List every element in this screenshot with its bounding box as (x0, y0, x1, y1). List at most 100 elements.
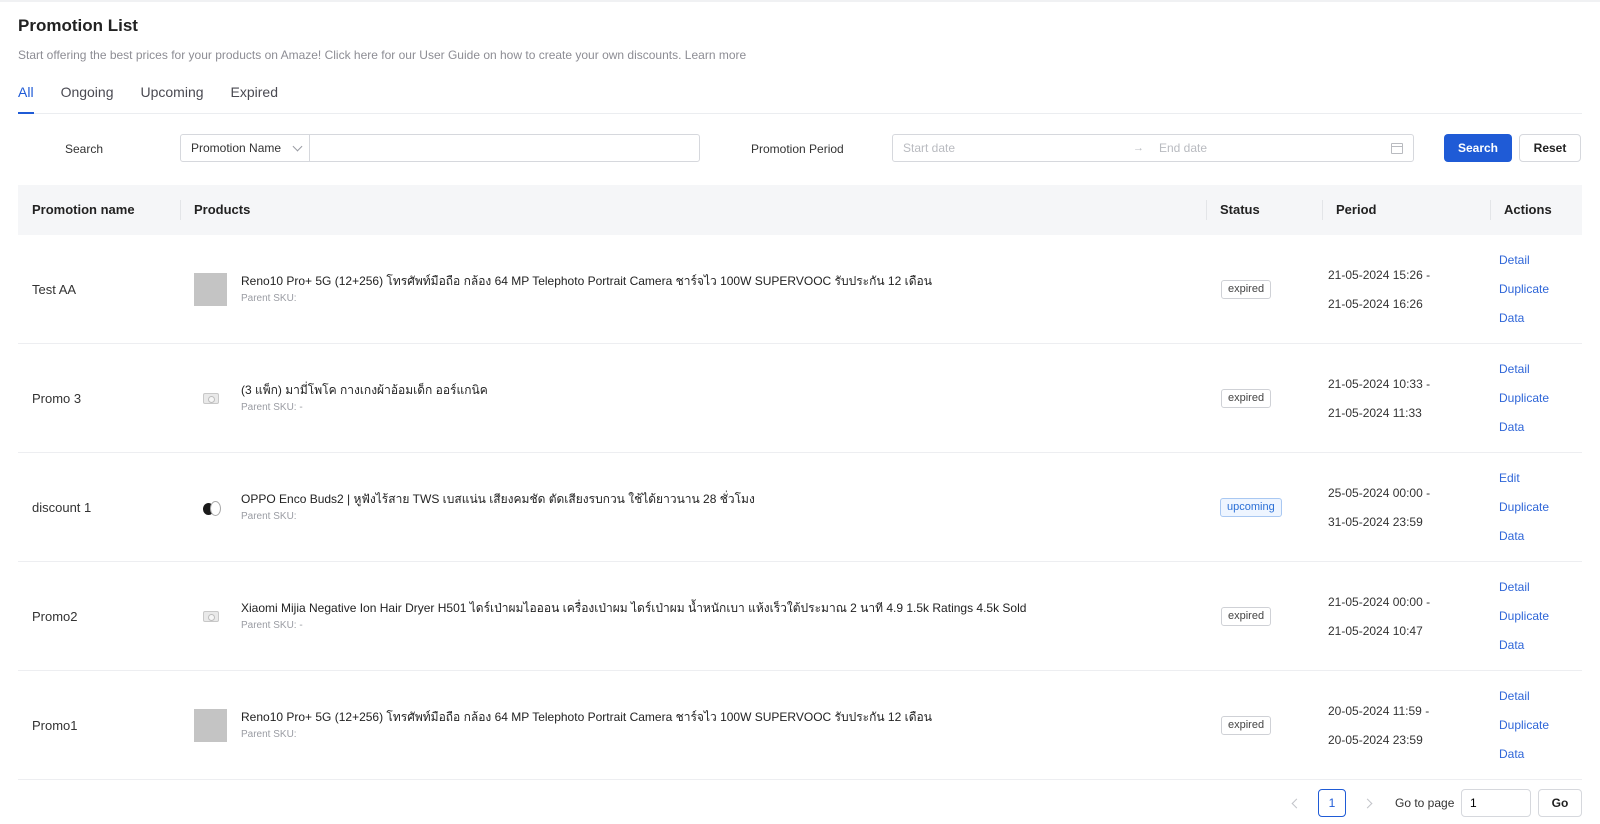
data-link[interactable]: Data (1499, 522, 1549, 551)
page-header: Promotion List Start offering the best p… (18, 16, 746, 62)
period-cell: 20-05-2024 11:59 - 20-05-2024 23:59 (1328, 671, 1429, 780)
start-date-placeholder[interactable]: Start date (903, 141, 1133, 155)
actions-cell: Detail Duplicate Data (1499, 344, 1549, 453)
column-header-products: Products (194, 202, 251, 217)
search-input[interactable] (310, 135, 699, 161)
data-link[interactable]: Data (1499, 304, 1549, 333)
detail-link[interactable]: Detail (1499, 573, 1549, 602)
duplicate-link[interactable]: Duplicate (1499, 602, 1549, 631)
reset-button[interactable]: Reset (1519, 134, 1581, 162)
period-end: 31-05-2024 23:59 (1328, 514, 1423, 529)
duplicate-link[interactable]: Duplicate (1499, 493, 1549, 522)
period-start: 21-05-2024 10:33 - (1328, 376, 1431, 391)
actions-cell: Detail Duplicate Data (1499, 562, 1549, 671)
column-divider (180, 200, 181, 220)
period-start: 21-05-2024 00:00 - (1328, 594, 1431, 609)
next-page-button[interactable] (1357, 789, 1377, 817)
status-tabs: All Ongoing Upcoming Expired (18, 82, 1582, 114)
chevron-down-icon (292, 141, 303, 151)
status-cell: upcoming (1220, 453, 1282, 562)
product-cell: Reno10 Pro+ 5G (12+256) โทรศัพท์มือถือ ก… (194, 671, 932, 780)
go-button[interactable]: Go (1538, 789, 1582, 817)
column-header-period: Period (1336, 202, 1377, 217)
status-cell: expired (1221, 562, 1272, 671)
product-cell: Xiaomi Mijia Negative Ion Hair Dryer H50… (194, 562, 1026, 671)
product-title: Reno10 Pro+ 5G (12+256) โทรศัพท์มือถือ ก… (241, 274, 932, 288)
chevron-left-icon (1291, 798, 1301, 808)
calendar-icon[interactable] (1391, 142, 1403, 154)
page-number-button[interactable]: 1 (1318, 789, 1346, 817)
column-divider (1490, 200, 1491, 220)
top-divider (0, 0, 1600, 2)
chevron-right-icon (1362, 798, 1372, 808)
product-thumbnail (194, 600, 227, 633)
product-sku: Parent SKU: (241, 729, 297, 740)
search-button[interactable]: Search (1444, 134, 1512, 162)
product-title: OPPO Enco Buds2 | หูฟังไร้สาย TWS เบสแน่… (241, 492, 755, 506)
product-title: Reno10 Pro+ 5G (12+256) โทรศัพท์มือถือ ก… (241, 710, 932, 724)
search-field-select[interactable]: Promotion Name (181, 135, 310, 161)
product-sku: Parent SKU: - (241, 402, 303, 413)
product-sku: Parent SKU: (241, 511, 297, 522)
product-thumbnail (194, 273, 227, 306)
promotion-name: Promo2 (32, 609, 78, 624)
table-row: discount 1 OPPO Enco Buds2 | หูฟังไร้สาย… (18, 453, 1582, 562)
prev-page-button[interactable] (1286, 789, 1306, 817)
detail-link[interactable]: Detail (1499, 355, 1549, 384)
duplicate-link[interactable]: Duplicate (1499, 275, 1549, 304)
goto-page-label: Go to page (1395, 796, 1455, 810)
column-header-promotion-name: Promotion name (32, 202, 135, 217)
goto-page-input[interactable] (1461, 789, 1531, 817)
page-title: Promotion List (18, 16, 138, 35)
subtitle-text: Start offering the best prices for your … (18, 48, 682, 62)
learn-more-link[interactable]: Learn more (685, 48, 746, 62)
tab-all[interactable]: All (18, 82, 34, 114)
period-cell: 21-05-2024 15:26 - 21-05-2024 16:26 (1328, 235, 1430, 344)
column-header-actions: Actions (1504, 202, 1552, 217)
duplicate-link[interactable]: Duplicate (1499, 384, 1549, 413)
filter-bar: Search Promotion Name Promotion Period S… (0, 134, 1600, 164)
detail-link[interactable]: Detail (1499, 246, 1549, 275)
product-sku: Parent SKU: - (241, 620, 303, 631)
promotion-period-label: Promotion Period (751, 142, 844, 156)
status-cell: expired (1221, 235, 1272, 344)
camera-icon (202, 393, 219, 404)
tab-expired[interactable]: Expired (231, 82, 278, 113)
product-thumbnail (194, 491, 227, 524)
end-date-placeholder[interactable]: End date (1159, 141, 1391, 155)
actions-cell: Edit Duplicate Data (1499, 453, 1549, 562)
promotion-name: Test AA (32, 282, 77, 297)
earbuds-icon (201, 498, 221, 518)
status-badge: upcoming (1220, 498, 1282, 517)
column-divider (1206, 200, 1207, 220)
status-cell: expired (1221, 671, 1272, 780)
actions-cell: Detail Duplicate Data (1499, 235, 1549, 344)
edit-link[interactable]: Edit (1499, 464, 1549, 493)
period-end: 21-05-2024 16:26 (1328, 296, 1423, 311)
status-badge: expired (1221, 389, 1272, 408)
pagination: 1 Go to page Go (0, 789, 1600, 817)
status-badge: expired (1221, 607, 1272, 626)
camera-icon (202, 611, 219, 622)
promotion-name: Promo 3 (32, 391, 82, 406)
data-link[interactable]: Data (1499, 740, 1549, 769)
product-cell: Reno10 Pro+ 5G (12+256) โทรศัพท์มือถือ ก… (194, 235, 932, 344)
promotion-name: discount 1 (32, 500, 92, 515)
search-group: Promotion Name (180, 134, 700, 162)
duplicate-link[interactable]: Duplicate (1499, 711, 1549, 740)
detail-link[interactable]: Detail (1499, 682, 1549, 711)
date-range-picker[interactable]: Start date → End date (892, 134, 1414, 162)
product-sku: Parent SKU: (241, 293, 297, 304)
table-row: Promo 3 (3 แพ็ก) มามี่โพโค กางเกงผ้าอ้อม… (18, 344, 1582, 453)
period-end: 20-05-2024 23:59 (1328, 732, 1423, 747)
tab-ongoing[interactable]: Ongoing (61, 82, 114, 113)
promotion-name: Promo1 (32, 718, 78, 733)
data-link[interactable]: Data (1499, 631, 1549, 660)
status-badge: expired (1221, 716, 1272, 735)
tab-upcoming[interactable]: Upcoming (141, 82, 204, 113)
period-end: 21-05-2024 11:33 (1328, 405, 1422, 420)
product-title: (3 แพ็ก) มามี่โพโค กางเกงผ้าอ้อมเด็ก ออร… (241, 383, 488, 397)
data-link[interactable]: Data (1499, 413, 1549, 442)
table-row: Promo1 Reno10 Pro+ 5G (12+256) โทรศัพท์ม… (18, 671, 1582, 780)
period-start: 21-05-2024 15:26 - (1328, 267, 1431, 282)
